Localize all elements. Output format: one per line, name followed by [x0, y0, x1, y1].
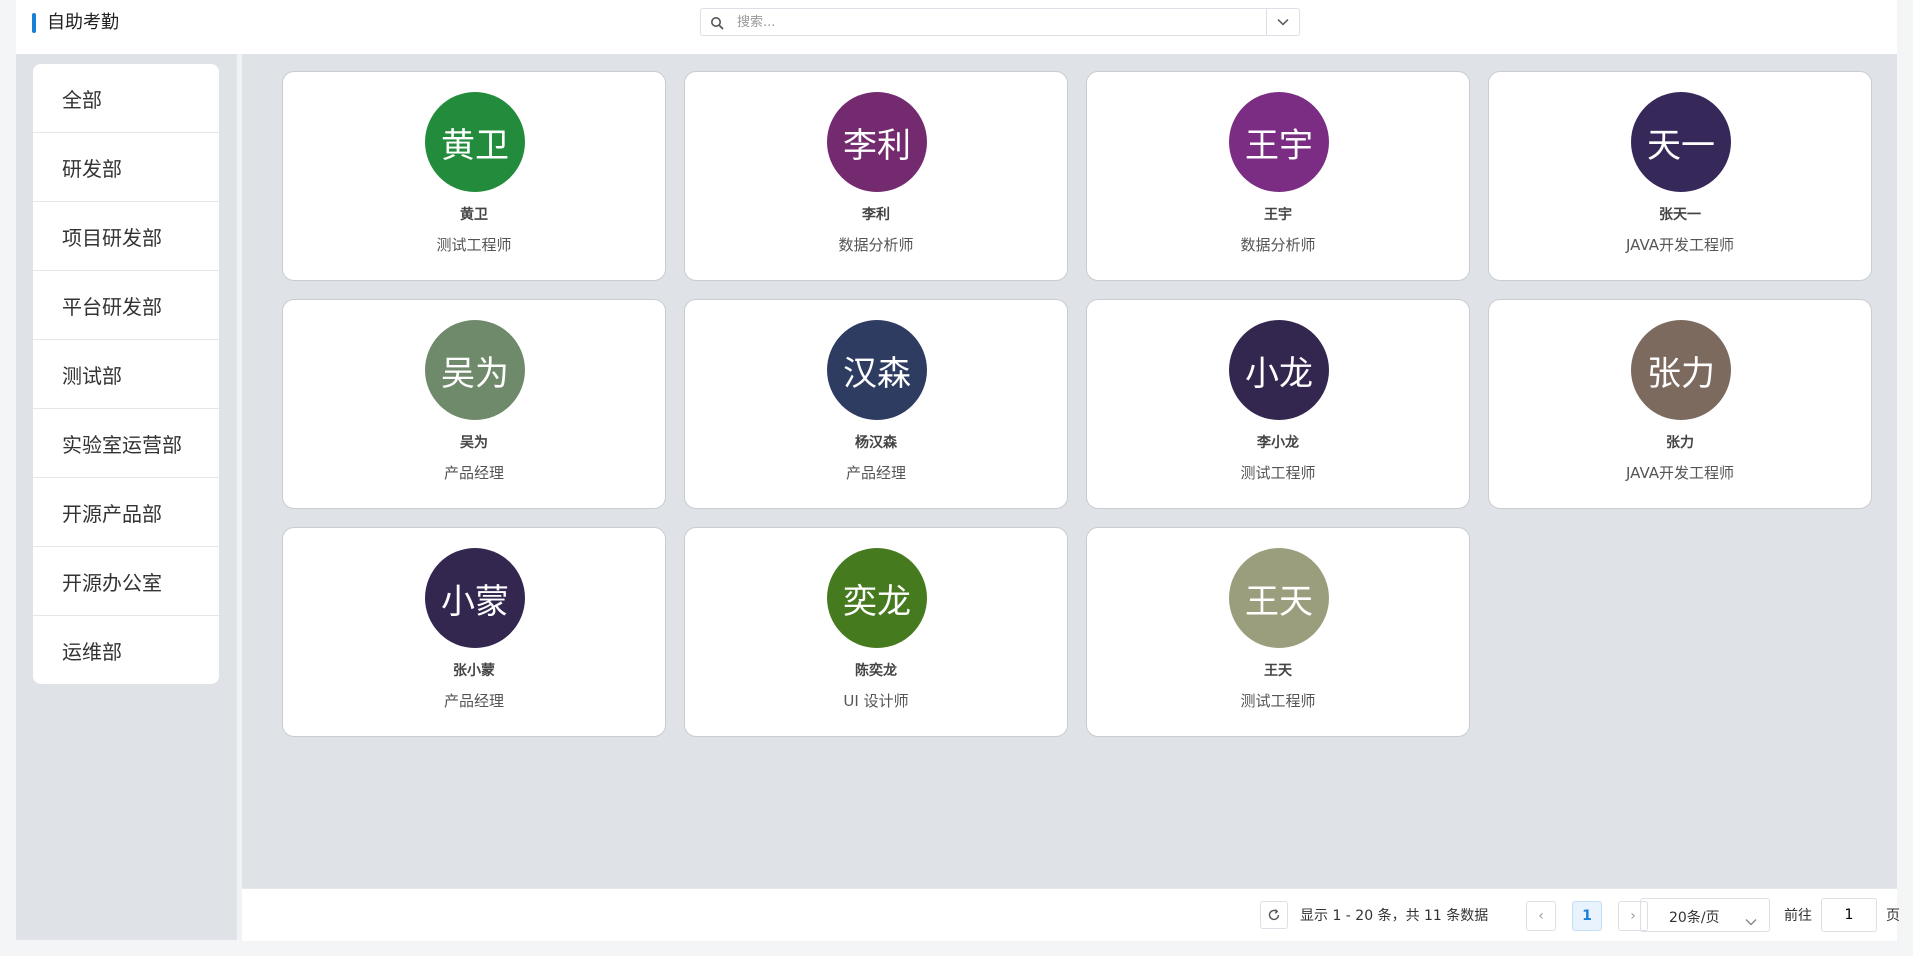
chevron-down-icon [1277, 18, 1289, 26]
page-info-text: 显示 1 - 20 条，共 11 条数据 [1300, 908, 1489, 924]
employee-name: 杨汉森 [855, 435, 897, 451]
pagination-bar: 显示 1 - 20 条，共 11 条数据 ‹ 1 › 20条/页 前往 页 [242, 888, 1900, 941]
employee-role: 测试工程师 [436, 236, 512, 254]
avatar: 李利 [827, 92, 927, 192]
refresh-icon [1268, 909, 1280, 921]
avatar: 小龙 [1229, 320, 1329, 420]
avatar: 小蒙 [425, 548, 525, 648]
refresh-button[interactable] [1260, 901, 1288, 929]
employee-role: 产品经理 [443, 692, 504, 710]
page-title: 自助考勤 [47, 12, 119, 33]
sidebar-item-department[interactable]: 运维部 [33, 616, 219, 684]
employee-role: JAVA开发工程师 [1625, 236, 1735, 254]
search-dropdown-button[interactable] [1266, 9, 1299, 35]
search-icon [710, 15, 724, 30]
sidebar-item-department[interactable]: 开源产品部 [33, 478, 219, 547]
employee-name: 王天 [1264, 663, 1292, 679]
goto-page-input[interactable] [1821, 898, 1877, 932]
prev-page-button[interactable]: ‹ [1526, 901, 1556, 931]
employee-name: 张天一 [1659, 207, 1701, 223]
employee-card[interactable]: 张力 张力 JAVA开发工程师 [1488, 299, 1872, 509]
avatar: 王宇 [1229, 92, 1329, 192]
employee-name: 黄卫 [460, 207, 488, 223]
avatar: 汉森 [827, 320, 927, 420]
employee-role: 测试工程师 [1240, 692, 1316, 710]
avatar: 王天 [1229, 548, 1329, 648]
employee-name: 张力 [1666, 435, 1694, 451]
chevron-down-icon [1745, 911, 1757, 930]
page-size-value: 20条/页 [1669, 910, 1720, 926]
employee-role: 产品经理 [443, 464, 504, 482]
employee-card[interactable]: 天一张天一 JAVA开发工程师 [1488, 71, 1872, 281]
sidebar-item-department[interactable]: 研发部 [33, 133, 219, 202]
avatar: 黄卫 [425, 92, 525, 192]
department-list: 全部 研发部 项目研发部 平台研发部 测试部 实验室运营部 开源产品部 开源办公室 运维部 [33, 64, 219, 684]
employee-card[interactable]: 小龙李小龙测试工程师 [1086, 299, 1470, 509]
goto-unit: 页 [1886, 908, 1900, 924]
employee-role: 数据分析师 [1240, 236, 1316, 254]
employee-name: 王宇 [1264, 207, 1292, 223]
employee-role: UI 设计师 [843, 692, 909, 710]
employee-card[interactable]: 汉森 杨汉森 产品经理 [684, 299, 1068, 509]
employee-card[interactable]: 王宇 王宇 数据分析师 [1086, 71, 1470, 281]
employee-name: 李利 [862, 207, 890, 223]
avatar: 张力 [1631, 320, 1731, 420]
search-input[interactable] [737, 11, 1257, 33]
page-size-select[interactable]: 20条/页 [1640, 898, 1770, 932]
search-box[interactable] [700, 8, 1300, 36]
sidebar-item-department[interactable]: 平台研发部 [33, 271, 219, 340]
employee-card[interactable]: 王天 王天 测试工程师 [1086, 527, 1470, 737]
department-sidebar: 全部 研发部 项目研发部 平台研发部 测试部 实验室运营部 开源产品部 开源办公室 运维部 [16, 54, 236, 940]
page-1-button[interactable]: 1 [1572, 901, 1602, 931]
employee-card[interactable]: 黄卫 黄卫 测试工程师 [282, 71, 666, 281]
employee-card[interactable]: 小蒙 张小蒙 产品经理 [282, 527, 666, 737]
employee-card[interactable]: 吴为 吴为 产品经理 [282, 299, 666, 509]
employee-name: 陈奕龙 [855, 663, 897, 679]
avatar: 吴为 [425, 320, 525, 420]
sidebar-item-department[interactable]: 项目研发部 [33, 202, 219, 271]
sidebar-item-department[interactable]: 全部 [33, 64, 219, 133]
employee-card-grid: 黄卫 黄卫 测试工程师 李利 李利 数据分析师 王宇 王宇 数据分析师 天一 张天一 JAVA开发工程… [242, 54, 1897, 888]
title-accent-bar [32, 13, 36, 33]
employee-role: 数据分析师 [838, 236, 914, 254]
avatar: 天一 [1631, 92, 1731, 192]
employee-card[interactable]: 李利 李利 数据分析师 [684, 71, 1068, 281]
employee-name: 张小蒙 [453, 663, 495, 679]
app-window: 自助考勤 全部研发部项目研发部平台研发部测试部实验室运营部开源产品部开源办公室运… [16, 0, 1900, 941]
employee-role: JAVA开发工程师 [1625, 464, 1735, 482]
employee-name: 吴为 [460, 435, 488, 451]
sidebar-item-department[interactable]: 开源办公室 [33, 547, 219, 616]
employee-card[interactable]: 奕龙陈奕龙 UI 设计师 [684, 527, 1068, 737]
header: 自助考勤 [16, 0, 1897, 54]
employee-role: 产品经理 [845, 464, 906, 482]
employee-name: 李小龙 [1257, 435, 1299, 451]
avatar: 奕龙 [827, 548, 927, 648]
goto-label: 前往 [1784, 908, 1812, 924]
sidebar-item-department[interactable]: 测试部 [33, 340, 219, 409]
sidebar-item-department[interactable]: 实验室运营部 [33, 409, 219, 478]
employee-role: 测试工程师 [1240, 464, 1316, 482]
